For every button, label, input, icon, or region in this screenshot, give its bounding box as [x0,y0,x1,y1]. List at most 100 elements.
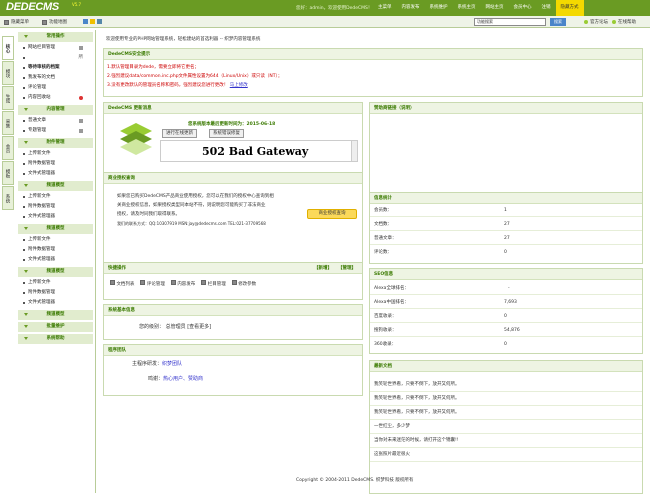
news-item[interactable]: 当你对未来迷茫的时候，请打开这个锦囊!! [370,434,642,448]
dev-link[interactable]: 织梦团队 [162,361,182,367]
sidebar-item-label: 普通文章 [28,118,46,123]
stats-title: 信息统计 [370,193,642,204]
nav-system[interactable]: 系统维护 [425,0,453,16]
thanks-label: 鸣谢： [148,376,164,382]
quick-add-link[interactable]: 【新增】 [314,263,332,274]
func-map-button[interactable]: 功能地图 [42,19,67,25]
publish-icon [170,280,176,285]
recycle-icon [79,96,83,100]
sidebar-item-upload[interactable]: 上传新文件 [16,278,95,288]
sidebar-item-comments[interactable]: 评论管理 [16,83,95,93]
online-update-button[interactable]: 进行在线更新 [162,129,197,138]
nav-member[interactable]: 会员中心 [509,0,537,16]
license-query-button[interactable]: 商业授权查询 [307,209,357,219]
map-icon [42,19,47,25]
sidebar-item-my-docs[interactable]: 我发布的文档 [16,73,95,83]
sidebar-item-attach-data[interactable]: 附件数据管理 [16,288,95,298]
news-item[interactable]: 我笑轮世界看，只要不倒下，放开又何所。 [370,378,642,392]
add-icon[interactable] [79,46,83,50]
sidebar-item-columns[interactable]: 网站栏目管理 [16,43,95,53]
nav-logout[interactable]: 注销 [537,0,556,16]
menu-header-channel[interactable]: 频道模型 [18,181,93,191]
quick-params[interactable]: 修改参数 [231,280,256,287]
online-help-link[interactable]: 在线帮助 [612,19,636,25]
nav-publish[interactable]: 内容发布 [397,0,425,16]
seo-key: 360收录： [374,342,397,347]
sidebar-item-articles[interactable]: 普通文章 [16,116,95,126]
search-button[interactable]: 搜索 [550,18,566,26]
top-bar: DEDECMS V5.7 您好：admin，欢迎使用DedeCMS！ 主菜单 内… [0,0,650,16]
add-icon[interactable] [79,119,83,123]
sidebar-item-upload[interactable]: 上传新文件 [16,149,95,159]
menu-header-channel[interactable]: 频道模型 [18,310,93,320]
menu-header-batch[interactable]: 批量维护 [18,322,93,332]
nav-hide-mode[interactable]: 隐藏方式 [555,0,584,16]
seo-value: 0 [504,342,507,347]
add-icon[interactable] [79,129,83,133]
menu-header-attach[interactable]: 附件管理 [18,138,93,148]
sidebar-item-recycle[interactable]: 内容回收站 [16,93,95,103]
change-now-link[interactable]: 马上修改 [230,83,248,88]
level-value[interactable]: 总管理员 [查看更多] [166,324,212,330]
seo-row: 百度收录： 0 [370,310,642,323]
quick-publish[interactable]: 内容发布 [170,280,195,287]
sidebar-item-file-manager[interactable]: 文件式管理器 [16,212,95,222]
menu-header-common[interactable]: 常用操作 [18,32,93,42]
theme-gray-icon[interactable] [97,19,102,24]
seo-value: 54,876 [504,328,520,333]
thanks-link[interactable]: 热心用户、赞助商 [163,376,203,382]
menu-header-channel[interactable]: 频道模型 [18,224,93,234]
menu-header-content[interactable]: 内容管理 [18,105,93,115]
tab-module[interactable]: 模块 [2,61,14,85]
tab-collect[interactable]: 采集 [2,111,14,135]
tab-generate[interactable]: 生成 [2,86,14,110]
search-input[interactable]: 功能搜索 [474,18,546,26]
news-item[interactable]: 这张照片最近很火 [370,448,642,462]
frame-scrollbar[interactable] [351,141,357,161]
menu-header-help[interactable]: 系统帮助 [18,334,93,344]
sidebar-item-file-manager[interactable]: 文件式管理器 [16,255,95,265]
sidebar-item-attach-data[interactable]: 附件数据管理 [16,202,95,212]
sidebar-item-file-manager[interactable]: 文件式管理器 [16,169,95,179]
nav-sys-home[interactable]: 系统主页 [453,0,481,16]
seo-key: 搜狗收录： [374,328,397,333]
sidebar-item-upload[interactable]: 上传新文件 [16,235,95,245]
sysinfo-title: 系统基本信息 [104,305,362,316]
theme-yellow-icon[interactable] [90,19,95,24]
tab-system[interactable]: 系统 [2,186,14,210]
sidebar-item-all[interactable]: 所 [16,53,95,63]
sidebar-item-pending[interactable]: 等待审核的档案 [16,63,95,73]
menu-header-channel[interactable]: 频道模型 [18,267,93,277]
sidebar-item-attach-data[interactable]: 附件数据管理 [16,159,95,169]
tab-core[interactable]: 核心 [2,36,14,60]
quick-title-label: 快捷操作 [108,266,126,271]
tab-member[interactable]: 会员 [2,136,14,160]
quick-comments[interactable]: 评论管理 [140,280,165,287]
error-fix-button[interactable]: 系统错误修复 [209,129,244,138]
nav-main-menu[interactable]: 主菜单 [373,0,397,16]
news-item[interactable]: 我笑轮世界看，只要不倒下，放开又何所。 [370,406,642,420]
column-icon [201,280,207,285]
hide-menu-button[interactable]: 隐藏菜单 [4,19,29,25]
nav-site-home[interactable]: 网站主页 [481,0,509,16]
stat-value: 0 [504,250,507,255]
update-frame: 502 Bad Gateway [160,140,358,162]
security-line-3-text: 3.没有更改默认的管理员名称和密码，强烈建议您进行更改！ [107,83,229,88]
stat-key: 普通文章： [374,236,397,241]
official-forum-link[interactable]: 官方论坛 [584,19,608,25]
seo-row: Alexa全球排名： - [370,282,642,295]
quick-columns[interactable]: 栏目管理 [201,280,226,287]
sidebar-item-attach-data[interactable]: 附件数据管理 [16,245,95,255]
quick-manage-link[interactable]: 【管理】 [338,263,356,274]
func-map-label: 功能地图 [49,20,67,25]
sidebar-item-upload[interactable]: 上传新文件 [16,192,95,202]
sidebar-item-file-manager[interactable]: 文件式管理器 [16,298,95,308]
sidebar-item-topics[interactable]: 专题管理 [16,126,95,136]
quick-doc-list[interactable]: 文档列表 [110,280,134,287]
comment-icon [140,280,146,285]
tab-template[interactable]: 模板 [2,161,14,185]
theme-blue-icon[interactable] [83,19,88,24]
vertical-tabs: 核心 模块 生成 采集 会员 模板 系统 [0,36,16,211]
news-item[interactable]: 一世红尘，多少梦 [370,420,642,434]
news-item[interactable]: 我笑轮世界看，只要不倒下，放开又何所。 [370,392,642,406]
